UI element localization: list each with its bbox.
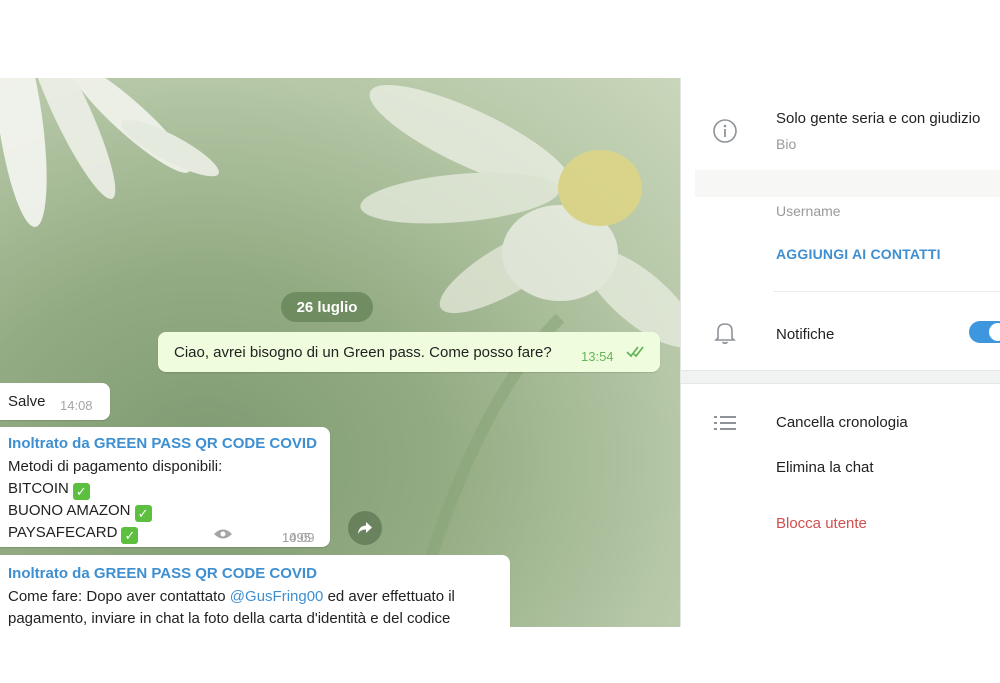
forwarded-from-link[interactable]: Inoltrato da GREEN PASS QR CODE COVID [8,433,317,455]
message-text: Ciao, avrei bisogno di un Green pass. Co… [174,344,552,361]
check-mark-icon: ✓ [121,527,139,544]
payment-method: BUONO AMAZON [8,502,131,519]
forwarded-from-link[interactable]: Inoltrato da GREEN PASS QR CODE COVID [8,563,317,585]
message-time: 14:08 [60,398,93,413]
message-forwarded[interactable]: Inoltrato da GREEN PASS QR CODE COVID Me… [0,427,330,547]
notifications-label: Notifiche [776,326,835,343]
divider [773,291,1000,292]
message-line: Come fare: Dopo aver contattato @GusFrin… [8,586,455,608]
bio-label: Bio [776,136,797,152]
message-text: Come fare: Dopo aver contattato [8,588,230,605]
list-icon [714,416,736,430]
delete-chat-button[interactable]: Elimina la chat [776,459,874,476]
message-text: Salve [8,393,46,410]
add-to-contacts-button[interactable]: AGGIUNGI AI CONTATTI [776,246,941,262]
app-window: 26 luglio Ciao, avrei bisogno di un Gree… [0,78,1000,627]
message-incoming[interactable]: Salve 14:08 [0,383,110,420]
eye-icon [214,529,232,539]
block-user-button[interactable]: Blocca utente [776,515,867,532]
info-icon [713,119,737,143]
message-time: 13:54 [581,349,614,364]
notifications-toggle[interactable] [969,321,1000,343]
message-time: 14:09 [282,530,315,545]
share-arrow-icon [358,522,372,534]
payment-method: PAYSAFECARD [8,524,118,541]
message-line: BITCOIN ✓ [8,478,90,500]
check-mark-icon: ✓ [72,483,90,500]
section-band [695,170,1000,197]
clear-history-button[interactable]: Cancella cronologia [776,414,908,431]
payment-method: BITCOIN [8,480,69,497]
message-outgoing[interactable]: Ciao, avrei bisogno di un Green pass. Co… [158,332,660,372]
message-forwarded[interactable]: Inoltrato da GREEN PASS QR CODE COVID Co… [0,555,510,627]
share-button[interactable] [348,511,382,545]
message-text: ed aver effettuato il [323,588,455,605]
message-line: BUONO AMAZON ✓ [8,500,152,522]
date-chip: 26 luglio [281,292,373,322]
user-mention-link[interactable]: @GusFring00 [230,588,324,605]
bio-value: Solo gente seria e con giudizio [776,110,981,127]
bell-icon [714,323,736,345]
double-check-icon [626,346,644,358]
message-line: PAYSAFECARD ✓ [8,522,139,544]
check-mark-icon: ✓ [134,505,152,522]
username-label: Username [776,203,841,219]
chat-pane[interactable]: 26 luglio Ciao, avrei bisogno di un Gree… [0,78,680,627]
message-line: pagamento, inviare in chat la foto della… [8,610,451,627]
section-divider [681,370,1000,384]
toggle-knob [989,323,1000,341]
profile-info-panel: Solo gente seria e con giudizio Bio User… [680,78,1000,627]
message-line: Metodi di pagamento disponibili: [8,458,223,475]
